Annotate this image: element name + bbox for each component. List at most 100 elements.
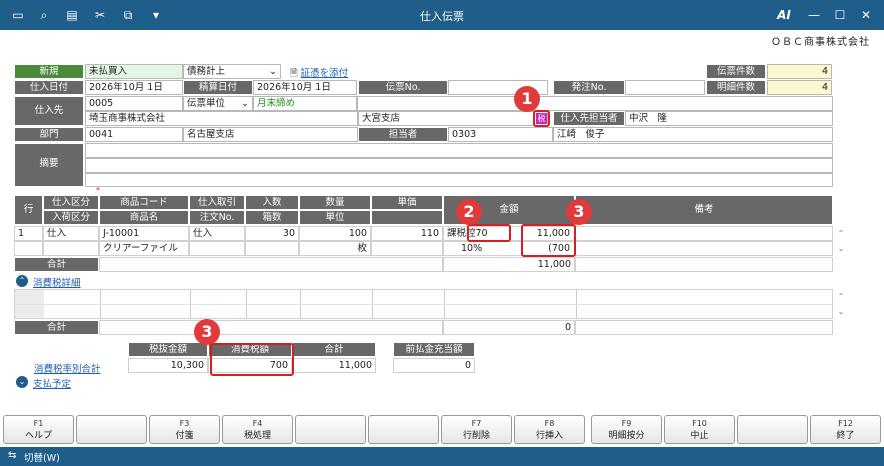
staff-code[interactable]: 0303: [448, 127, 553, 142]
row-rate: 10%: [461, 243, 483, 254]
col-torihiki: 仕入取引: [189, 195, 245, 210]
supplier-code[interactable]: 0005: [85, 96, 183, 111]
f4-tax-button[interactable]: F4 税処理: [222, 415, 293, 444]
col-qty: 数量: [299, 195, 371, 210]
grid-scrollbar[interactable]: ⌃ ⌄: [835, 226, 847, 256]
f12-label: 終了: [836, 431, 855, 441]
detail-count: 4: [767, 80, 832, 95]
grid-total-remarks: [575, 257, 833, 272]
divider: [15, 304, 832, 305]
advance-value: 0: [393, 358, 475, 373]
row-unit[interactable]: 枚: [299, 241, 371, 256]
callout-box-1: [533, 110, 550, 127]
branch-name: 大宮支店: [358, 111, 548, 126]
f1-help-button[interactable]: F1 ヘルプ: [3, 415, 74, 444]
row-name[interactable]: クリアーファイル: [99, 241, 189, 256]
slip-count-label: 伝票件数: [706, 64, 766, 79]
callout-badge-2: 2: [456, 199, 482, 225]
col-kubun: 仕入区分: [43, 195, 99, 210]
minimize-icon[interactable]: —: [806, 7, 822, 23]
row-nyuka[interactable]: [43, 241, 99, 256]
f6-button[interactable]: [368, 415, 439, 444]
tax-detail-link[interactable]: 消費税詳細: [33, 275, 81, 289]
dept-code[interactable]: 0041: [85, 127, 183, 142]
debt-value: 債務計上: [187, 66, 226, 77]
type-field[interactable]: 未払買入: [85, 64, 183, 79]
detail-count-label: 明細件数: [706, 80, 766, 95]
col-price: 単価: [371, 195, 443, 210]
row-remarks-2[interactable]: [575, 241, 833, 256]
grid-total-blank: [99, 257, 443, 272]
f10-key: F10: [692, 419, 707, 428]
collapse-icon[interactable]: ⌃: [16, 275, 28, 287]
payment-link[interactable]: 支払予定: [33, 376, 71, 390]
f10-cancel-button[interactable]: F10 中止: [664, 415, 735, 444]
callout-badge-3: 3: [566, 199, 592, 225]
tax-scrollbar[interactable]: ⌃ ⌄: [835, 289, 847, 319]
title-bar: ▭ ⌕ ▤ ✂ ⧉ ▾ 仕入伝票 AI — ☐ ✕: [0, 0, 884, 30]
sum-total: 11,000: [292, 358, 376, 373]
f11-button[interactable]: [737, 415, 808, 444]
row-qty[interactable]: 100: [299, 226, 371, 241]
f3-label: 付箋: [175, 431, 194, 441]
f9-label: 明細按分: [608, 431, 645, 441]
tax-total-blank: [99, 320, 443, 335]
f3-sticky-button[interactable]: F3 付箋: [149, 415, 220, 444]
f5-button[interactable]: [295, 415, 366, 444]
col-remarks: 備考: [575, 195, 833, 225]
order-no-label: 発注No.: [553, 80, 625, 95]
switch-label[interactable]: 切替(W): [24, 450, 60, 464]
maximize-icon[interactable]: ☐: [832, 7, 848, 23]
staff-name: 江崎 俊子: [553, 127, 833, 142]
slip-count: 4: [767, 64, 832, 79]
close-icon[interactable]: ✕: [858, 7, 874, 23]
contact-field[interactable]: 中沢 隆: [625, 111, 833, 126]
f8-key: F8: [544, 419, 555, 428]
f4-key: F4: [252, 419, 263, 428]
row-irisu[interactable]: 30: [245, 226, 299, 241]
f8-insert-row-button[interactable]: F8 行挿入: [514, 415, 585, 444]
debt-select[interactable]: 債務計上 ⌄: [183, 64, 281, 79]
expand-icon[interactable]: ⌄: [16, 376, 28, 388]
sum-header-total: 合計: [292, 342, 376, 357]
tax-detail-grid: [14, 289, 833, 319]
unit-select[interactable]: 伝票単位 ⌄: [183, 96, 253, 111]
required-marker: *: [96, 186, 100, 195]
memo-field-2[interactable]: [85, 158, 833, 173]
status-bar: ⇆ 切替(W): [0, 447, 884, 466]
row-code[interactable]: J-10001: [99, 226, 189, 241]
grid-total-value: 11,000: [443, 257, 575, 272]
staff-label: 担当者: [358, 127, 448, 142]
settle-field[interactable]: 2026年10月 1日: [253, 80, 357, 95]
row-torihiki[interactable]: 仕入: [189, 226, 245, 241]
col-order-no: 注文No.: [189, 210, 245, 225]
f1-key: F1: [33, 419, 44, 428]
order-no-field[interactable]: [625, 80, 705, 95]
row-remarks[interactable]: [575, 226, 833, 241]
memo-field-1[interactable]: [85, 143, 833, 158]
f1-label: ヘルプ: [24, 431, 52, 441]
rate-total-link[interactable]: 消費税率別合計: [34, 361, 101, 375]
f2-button[interactable]: [76, 415, 147, 444]
row-boxes[interactable]: [245, 241, 299, 256]
f9-allocate-button[interactable]: F9 明細按分: [591, 415, 662, 444]
tax-total-remarks: [575, 320, 833, 335]
switch-icon[interactable]: ⇆: [8, 450, 16, 461]
dept-label: 部門: [14, 127, 84, 142]
date-field[interactable]: 2026年10月 1日: [85, 80, 183, 95]
row-no: 1: [14, 226, 43, 241]
supplier-extra-field[interactable]: [357, 96, 833, 111]
row-tax-note: 課税: [447, 228, 467, 239]
f12-exit-button[interactable]: F12 終了: [810, 415, 881, 444]
chevron-down-icon: ⌄: [269, 66, 277, 77]
row-kubun[interactable]: 仕入: [43, 226, 99, 241]
f7-key: F7: [471, 419, 482, 428]
attach-link[interactable]: 証憑を添付: [301, 68, 349, 79]
document-icon: 🗎: [290, 68, 298, 79]
f9-key: F9: [621, 419, 632, 428]
slip-no-label: 伝票No.: [358, 80, 448, 95]
row-price[interactable]: 110: [371, 226, 443, 241]
memo-field-3[interactable]: [85, 173, 833, 187]
f7-delete-row-button[interactable]: F7 行削除: [441, 415, 512, 444]
row-order-no[interactable]: [189, 241, 245, 256]
